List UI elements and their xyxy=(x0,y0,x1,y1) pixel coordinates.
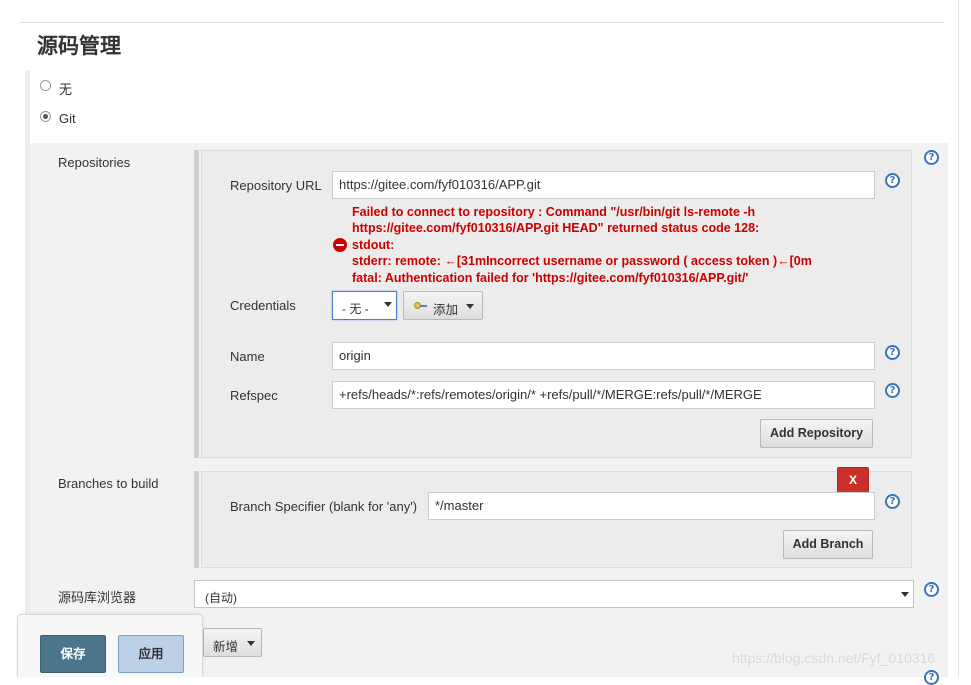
repositories-label: Repositories xyxy=(58,155,131,170)
refspec-help-icon[interactable]: ? xyxy=(885,383,900,398)
right-divider xyxy=(958,0,959,677)
repository-browser-label: 源码库浏览器 xyxy=(58,590,137,605)
branches-to-build-label: Branches to build xyxy=(58,476,159,491)
scm-git-label: Git xyxy=(59,111,76,126)
error-line: fatal: Authentication failed for 'https:… xyxy=(352,270,749,285)
branch-specifier-input[interactable]: */master xyxy=(428,492,875,520)
branches-bar xyxy=(194,471,199,568)
add-branch-button[interactable]: Add Branch xyxy=(783,530,873,559)
repository-browser-help-icon[interactable]: ? xyxy=(924,582,939,597)
repository-browser-select[interactable]: (自动) xyxy=(194,580,914,608)
save-button[interactable]: 保存 xyxy=(40,635,106,673)
repository-url-label: Repository URL xyxy=(230,178,322,193)
repository-browser-value: (自动) xyxy=(205,591,237,605)
chevron-down-icon xyxy=(384,302,392,307)
top-divider xyxy=(20,22,944,23)
scm-git-radio[interactable] xyxy=(40,111,51,122)
chevron-down-icon xyxy=(466,304,474,309)
add-repository-button[interactable]: Add Repository xyxy=(760,419,873,448)
next-help-icon[interactable]: ? xyxy=(924,670,939,685)
refspec-input[interactable]: +refs/heads/*:refs/remotes/origin/* +ref… xyxy=(332,381,875,409)
add-behaviour-label: 新增 xyxy=(213,640,239,654)
error-line: https://gitee.com/fyf010316/APP.git HEAD… xyxy=(352,221,760,236)
scm-none-label: 无 xyxy=(59,82,73,97)
credentials-label: Credentials xyxy=(230,298,296,313)
credentials-select[interactable]: - 无 - xyxy=(332,291,397,320)
add-credentials-button[interactable]: 添加 xyxy=(403,291,483,320)
name-input[interactable]: origin xyxy=(332,342,875,370)
error-line: stderr: remote: ←[31mIncorrect username … xyxy=(352,254,812,269)
apply-button[interactable]: 应用 xyxy=(118,635,184,673)
repository-error-message: Failed to connect to repository : Comman… xyxy=(352,204,812,286)
watermark: https://blog.csdn.net/Fyf_010316 xyxy=(732,650,936,666)
repository-url-help-icon[interactable]: ? xyxy=(885,173,900,188)
key-icon xyxy=(414,302,427,311)
section-title: 源码管理 xyxy=(37,35,121,58)
chevron-down-icon xyxy=(247,641,255,646)
git-help-icon[interactable]: ? xyxy=(924,150,939,165)
refspec-label: Refspec xyxy=(230,388,278,403)
name-help-icon[interactable]: ? xyxy=(885,345,900,360)
branch-specifier-label: Branch Specifier (blank for 'any') xyxy=(230,499,418,514)
repository-url-input[interactable]: https://gitee.com/fyf010316/APP.git xyxy=(332,171,875,199)
credentials-select-value: - 无 - xyxy=(342,302,369,316)
scm-none-radio[interactable] xyxy=(40,80,51,91)
add-behaviour-button[interactable]: 新增 xyxy=(203,628,262,657)
error-line: stdout: xyxy=(352,237,395,252)
branch-specifier-help-icon[interactable]: ? xyxy=(885,494,900,509)
error-icon xyxy=(333,238,347,252)
repositories-bar xyxy=(194,150,199,458)
chevron-down-icon xyxy=(901,592,909,597)
name-label: Name xyxy=(230,349,265,364)
add-credentials-label: 添加 xyxy=(433,303,459,317)
error-line: Failed to connect to repository : Comman… xyxy=(352,205,756,219)
delete-branch-button[interactable]: X xyxy=(837,467,869,493)
